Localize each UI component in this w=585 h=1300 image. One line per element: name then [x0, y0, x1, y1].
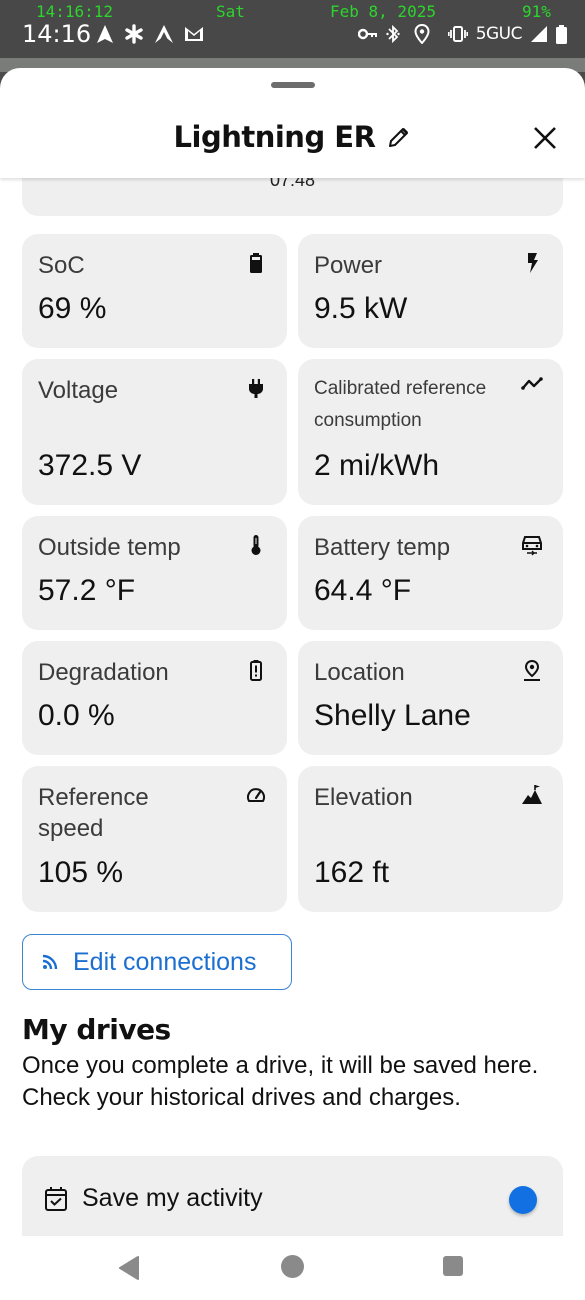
metric-card-outside-temp: Outside temp 57.2 °F [22, 516, 287, 630]
car-heat-icon [522, 536, 542, 556]
metric-value: Shelly Lane [314, 699, 471, 732]
vehicle-name-title: Lightning ER [173, 120, 376, 154]
my-drives-description: Once you complete a drive, it will be sa… [22, 1052, 539, 1111]
mountain-flag-icon [522, 785, 542, 804]
vehicle-bottom-sheet: 07:48 SoC 69 % Power 9.5 kW Voltage 372.… [0, 68, 585, 1300]
metric-label: Outside temp [38, 534, 181, 561]
my-drives-title: My drives [22, 1013, 171, 1046]
recents-button[interactable] [443, 1256, 463, 1276]
notification-icons [96, 24, 204, 44]
save-activity-toggle[interactable] [509, 1186, 537, 1214]
battery-alert-icon [250, 660, 262, 681]
metric-card-reference-speed: Reference speed 105 % [22, 766, 287, 912]
signal-icon [531, 26, 547, 42]
debug-date: Feb 8, 2025 [330, 2, 436, 21]
bluetooth-icon [385, 24, 400, 44]
metric-label: Degradation [38, 659, 169, 686]
metric-label: Reference speed [38, 784, 149, 842]
metric-card-soc: SoC 69 % [22, 234, 287, 348]
asterisk-icon [125, 24, 143, 44]
lightning-bolt-icon [528, 253, 538, 273]
metric-label: Battery temp [314, 534, 451, 561]
rss-feed-icon [42, 954, 58, 970]
metric-label: SoC [38, 252, 85, 279]
metric-value: 64.4 °F [314, 574, 412, 607]
metric-label: Power [314, 252, 383, 279]
debug-overlay: 14:16:12 Sat Feb 8, 2025 91% [0, 2, 585, 22]
title-group: Lightning ER [0, 120, 585, 154]
gmail-icon [185, 27, 203, 41]
metric-value: 162 ft [314, 856, 390, 889]
vpn-key-icon [357, 28, 377, 40]
edit-connections-label: Edit connections [73, 947, 257, 976]
metric-label: Calibrated reference consumption [314, 378, 487, 431]
back-icon[interactable] [118, 1256, 140, 1280]
system-icons: 5GUC [357, 24, 567, 44]
edit-connections-button[interactable]: Edit connections [22, 934, 292, 990]
metric-value: 105 % [38, 856, 124, 889]
status-clock: 14:16 [22, 20, 92, 48]
network-type: 5GUC [475, 24, 523, 44]
location-icon [414, 24, 430, 44]
trend-line-icon [521, 377, 543, 390]
drag-handle[interactable] [271, 82, 315, 88]
debug-battery: 91% [522, 2, 551, 21]
home-button[interactable] [281, 1255, 304, 1278]
save-activity-label: Save my activity [82, 1184, 263, 1212]
metric-card-power: Power 9.5 kW [298, 234, 563, 348]
battery-full-icon [250, 253, 262, 273]
metric-value: 9.5 kW [314, 292, 408, 325]
plug-icon [249, 379, 263, 398]
metric-card-elevation: Elevation 162 ft [298, 766, 563, 912]
metric-label: Elevation [314, 784, 413, 811]
metric-card-battery-temp: Battery temp 64.4 °F [298, 516, 563, 630]
metric-card-voltage: Voltage 372.5 V [22, 359, 287, 505]
map-pin-icon [524, 659, 540, 681]
metric-label: Location [314, 659, 405, 686]
metric-value: 2 mi/kWh [314, 449, 440, 482]
vibrate-icon [447, 26, 468, 42]
speedometer-icon [247, 788, 265, 802]
sheet-content: 07:48 SoC 69 % Power 9.5 kW Voltage 372.… [0, 68, 585, 1300]
metric-value: 372.5 V [38, 449, 142, 482]
debug-time: 14:16:12 [36, 2, 114, 21]
status-bar: 14:16:12 Sat Feb 8, 2025 91% 14:16 5GUC [0, 0, 585, 58]
navigation-icon [97, 25, 113, 43]
android-auto-icon [155, 25, 173, 43]
metric-card-degradation: Degradation 0.0 % [22, 641, 287, 755]
navigation-bar [0, 1236, 585, 1300]
save-activity-row[interactable]: Save my activity [22, 1156, 563, 1246]
thermometer-icon [251, 535, 261, 555]
metric-value: 69 % [38, 292, 107, 325]
metric-card-calibrated-consumption: Calibrated reference consumption 2 mi/kW… [298, 359, 563, 505]
sheet-header: Lightning ER [0, 98, 585, 178]
metric-value: 0.0 % [38, 699, 115, 732]
battery-icon [556, 24, 567, 44]
metric-label: Voltage [38, 377, 119, 404]
metric-value: 57.2 °F [38, 574, 136, 607]
debug-day: Sat [216, 2, 245, 21]
pencil-icon[interactable] [387, 125, 411, 149]
close-icon[interactable] [531, 124, 559, 152]
calendar-check-icon [45, 1187, 67, 1211]
metric-card-location[interactable]: Location Shelly Lane [298, 641, 563, 755]
